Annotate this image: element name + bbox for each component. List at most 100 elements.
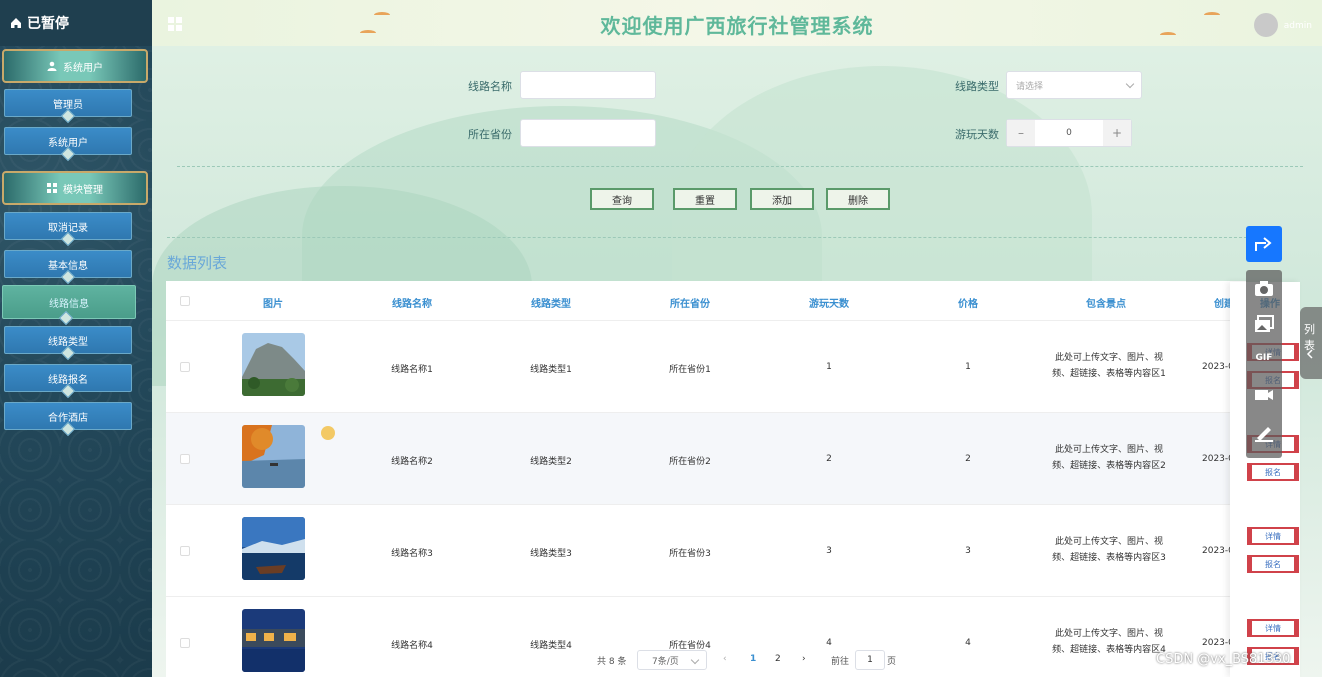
side-tab-label: 列表 <box>1304 323 1315 352</box>
province-label: 所在省份 <box>468 128 512 141</box>
add-button[interactable]: 添加 <box>750 188 814 210</box>
camera-icon[interactable] <box>1253 278 1275 298</box>
route-name-cell: 线路名称4 <box>391 641 433 651</box>
route-image[interactable] <box>242 517 305 580</box>
page-1-button[interactable]: 1 <box>750 654 756 664</box>
days-stepper[interactable]: – 0 + <box>1006 119 1132 147</box>
route-type-cell: 线路类型4 <box>530 641 572 651</box>
sidebar-item-cancel-records[interactable]: 取消记录 <box>4 212 132 240</box>
header-days[interactable]: 游玩天数 <box>789 295 869 310</box>
header-province[interactable]: 所在省份 <box>650 295 730 310</box>
page-title: 欢迎使用广西旅行社管理系统 <box>600 14 874 38</box>
home-icon <box>11 18 21 28</box>
route-image[interactable] <box>242 609 305 672</box>
next-page-button[interactable]: › <box>802 654 806 664</box>
floating-toolbar: GIF <box>1246 270 1282 458</box>
goto-page-input[interactable]: 1 <box>855 650 885 670</box>
route-image[interactable] <box>242 333 305 396</box>
menu-group-modules[interactable]: 模块管理 <box>2 171 148 205</box>
share-icon <box>1255 237 1272 251</box>
avatar[interactable] <box>1254 13 1278 37</box>
list-side-tab[interactable]: 列表 <box>1300 307 1322 379</box>
chevron-down-icon <box>690 655 700 665</box>
sidebar-item-admin[interactable]: 管理员 <box>4 89 132 117</box>
signup-button[interactable]: 报名 <box>1247 555 1299 573</box>
route-name-input[interactable] <box>520 71 656 99</box>
pen-icon[interactable] <box>1253 422 1275 442</box>
province-cell: 所在省份2 <box>669 457 711 467</box>
days-cell: 3 <box>826 546 832 556</box>
sidebar-item-route-types[interactable]: 线路类型 <box>4 326 132 354</box>
share-button[interactable] <box>1246 226 1282 262</box>
cursor-indicator <box>321 426 335 440</box>
signup-button[interactable]: 报名 <box>1247 463 1299 481</box>
price-cell: 1 <box>965 362 971 372</box>
price-cell: 4 <box>965 638 971 648</box>
table-row: 线路名称3 线路类型3 所在省份3 3 3 此处可上传文字、图片、视 频、超链接、… <box>166 505 1246 597</box>
menu-group-system-users[interactable]: 系统用户 <box>2 49 148 83</box>
row-checkbox[interactable] <box>180 362 190 372</box>
decrement-button[interactable]: – <box>1007 120 1035 146</box>
header-image[interactable]: 图片 <box>243 295 303 310</box>
table-header: 图片 线路名称 线路类型 所在省份 游玩天数 价格 包含景点 创建 <box>166 281 1246 321</box>
route-name-cell: 线路名称1 <box>391 365 433 375</box>
route-type-cell: 线路类型3 <box>530 549 572 559</box>
price-cell: 3 <box>965 546 971 556</box>
header-route-name[interactable]: 线路名称 <box>372 295 452 310</box>
sidebar-item-label: 管理员 <box>53 99 83 111</box>
spots-line: 频、超链接、表格等内容区1 <box>1052 369 1166 379</box>
spots-cell: 此处可上传文字、图片、视 频、超链接、表格等内容区2 <box>1034 442 1184 474</box>
province-cell: 所在省份3 <box>669 549 711 559</box>
brand: 已暂停 <box>0 0 152 46</box>
detail-button[interactable]: 详情 <box>1247 527 1299 545</box>
sidebar-item-basic-info[interactable]: 基本信息 <box>4 250 132 278</box>
grid-icon <box>47 183 57 193</box>
sidebar-item-label: 取消记录 <box>48 222 88 234</box>
route-type-select[interactable]: 请选择 <box>1006 71 1142 99</box>
reset-button[interactable]: 重置 <box>673 188 737 210</box>
sidebar-item-route-signups[interactable]: 线路报名 <box>4 364 132 392</box>
route-name-cell: 线路名称3 <box>391 549 433 559</box>
sidebar-item-label: 线路类型 <box>48 336 88 348</box>
header-spots[interactable]: 包含景点 <box>1066 295 1146 310</box>
watermark: CSDN @vx_BS81330 <box>1156 652 1291 667</box>
route-image[interactable] <box>242 425 305 488</box>
page-size-select[interactable]: 7条/页 <box>637 650 707 670</box>
page-2-button[interactable]: 2 <box>775 654 781 664</box>
price-cell: 2 <box>965 454 971 464</box>
days-cell: 1 <box>826 362 832 372</box>
detail-button[interactable]: 详情 <box>1247 619 1299 637</box>
top-bar: 欢迎使用广西旅行社管理系统 admin <box>152 0 1322 46</box>
spots-line: 频、超链接、表格等内容区4 <box>1052 645 1166 655</box>
delete-button[interactable]: 删除 <box>826 188 890 210</box>
sidebar-item-label: 合作酒店 <box>48 412 88 424</box>
days-value[interactable]: 0 <box>1035 120 1103 146</box>
search-button[interactable]: 查询 <box>590 188 654 210</box>
username[interactable]: admin <box>1284 21 1312 31</box>
route-name-label: 线路名称 <box>468 80 512 93</box>
header-price[interactable]: 价格 <box>928 295 1008 310</box>
spots-cell: 此处可上传文字、图片、视 频、超链接、表格等内容区1 <box>1034 350 1184 382</box>
header-route-type[interactable]: 线路类型 <box>511 295 591 310</box>
video-icon[interactable] <box>1253 384 1275 404</box>
gif-button[interactable]: GIF <box>1253 348 1275 368</box>
spots-line: 频、超链接、表格等内容区3 <box>1052 553 1166 563</box>
divider <box>167 237 1247 238</box>
menu-group-label: 模块管理 <box>63 184 103 196</box>
prev-page-button[interactable]: ‹ <box>723 654 727 664</box>
spots-line: 此处可上传文字、图片、视 <box>1054 445 1163 455</box>
days-cell: 2 <box>826 454 832 464</box>
province-input[interactable] <box>520 119 656 147</box>
sidebar-item-route-info[interactable]: 线路信息 <box>2 285 136 319</box>
spots-line: 频、超链接、表格等内容区2 <box>1052 461 1166 471</box>
select-all-checkbox[interactable] <box>180 296 190 306</box>
row-checkbox[interactable] <box>180 638 190 648</box>
image-icon[interactable] <box>1253 314 1275 334</box>
sidebar-item-partner-hotels[interactable]: 合作酒店 <box>4 402 132 430</box>
page-suffix: 页 <box>887 657 897 667</box>
row-checkbox[interactable] <box>180 454 190 464</box>
sidebar-item-system-users[interactable]: 系统用户 <box>4 127 132 155</box>
increment-button[interactable]: + <box>1103 120 1131 146</box>
province-cell: 所在省份1 <box>669 365 711 375</box>
row-checkbox[interactable] <box>180 546 190 556</box>
